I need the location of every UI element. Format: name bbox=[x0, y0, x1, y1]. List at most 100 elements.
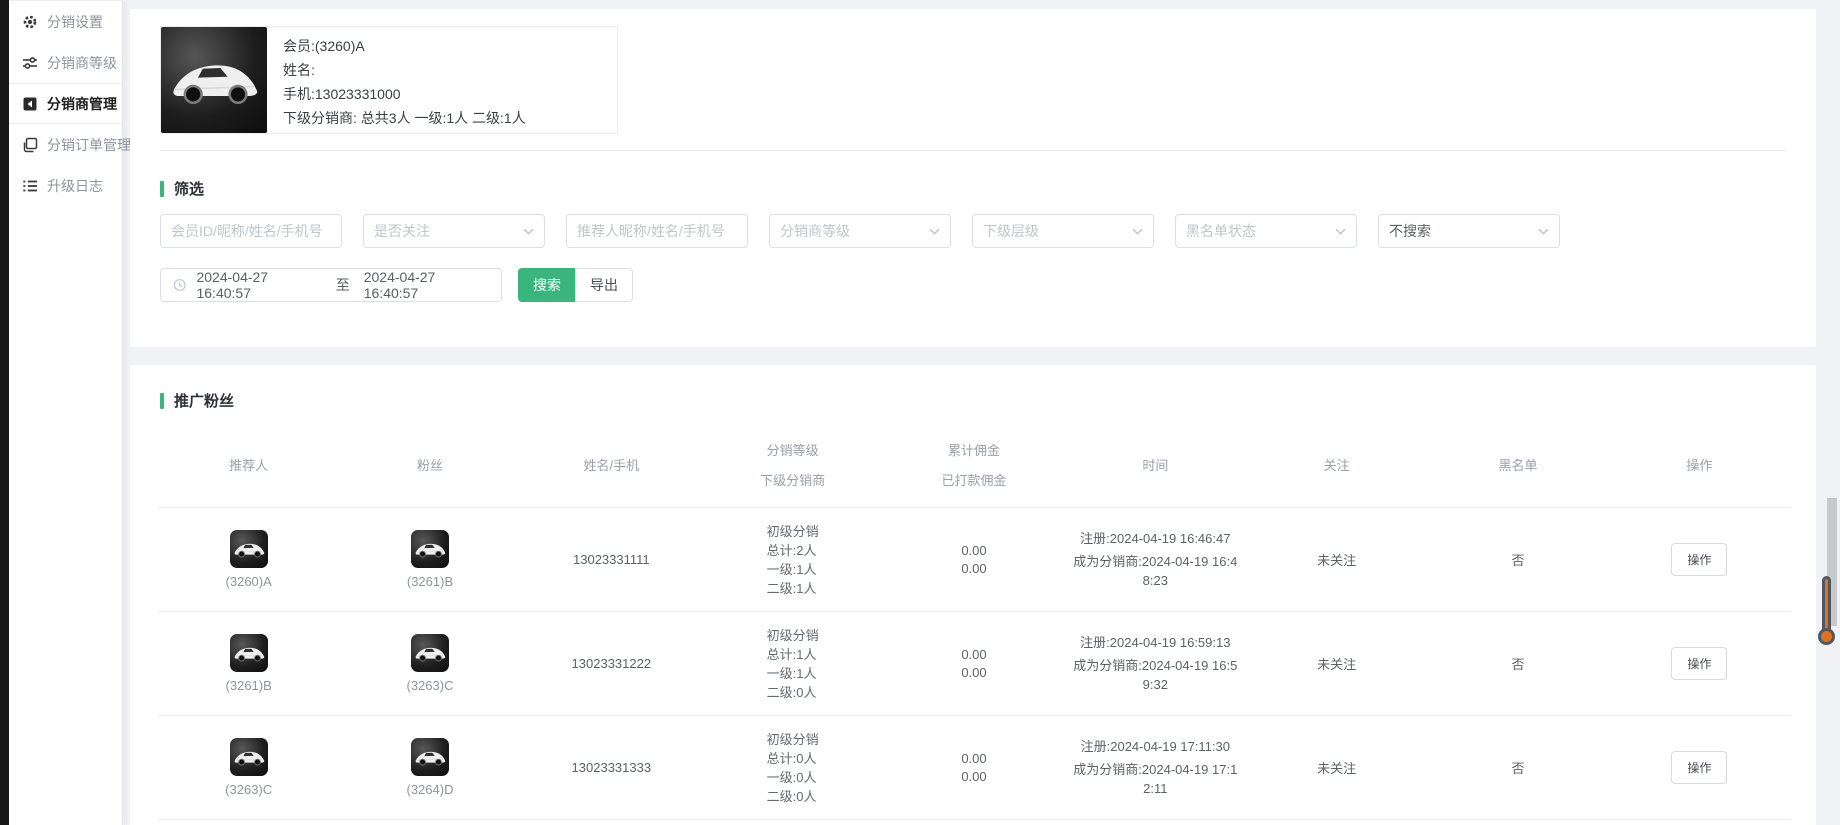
accent-bar bbox=[160, 393, 164, 409]
sidebar-item-upgrade-log[interactable]: 升级日志 bbox=[9, 165, 122, 206]
search-mode-select[interactable]: 不搜索 bbox=[1378, 214, 1560, 248]
blacklist-cell: 否 bbox=[1427, 758, 1608, 777]
blacklist-cell: 否 bbox=[1427, 550, 1608, 569]
became-distributor-time: 成为分销商:2024-04-19 16:48:23 bbox=[1070, 552, 1240, 590]
follow-cell: 未关注 bbox=[1246, 550, 1427, 569]
sidebar-item-label: 分销设置 bbox=[47, 12, 103, 32]
section-divider bbox=[160, 150, 1786, 151]
phone-cell: 13023331333 bbox=[521, 760, 702, 775]
member-keyword-field bbox=[160, 214, 342, 248]
distributor-manage-icon bbox=[22, 96, 38, 112]
referrer-cell: (3263)C bbox=[158, 738, 339, 797]
fan-label: (3263)C bbox=[407, 678, 454, 693]
registered-time: 注册:2024-04-19 16:46:47 bbox=[1070, 529, 1240, 548]
level-cell: 初级分销 总计:2人 一级:1人 二级:1人 bbox=[702, 522, 883, 598]
chevron-down-icon bbox=[523, 228, 534, 235]
referrer-label: (3263)C bbox=[225, 782, 272, 797]
col-commission: 累计佣金已打款佣金 bbox=[883, 443, 1064, 489]
referrer-keyword-input[interactable] bbox=[577, 223, 737, 239]
time-cell: 注册:2024-04-19 16:46:47 成为分销商:2024-04-19 … bbox=[1065, 529, 1246, 590]
fan-avatar bbox=[411, 738, 449, 776]
thermometer-icon bbox=[1813, 576, 1839, 645]
sub-level-select[interactable]: 下级层级 bbox=[972, 214, 1154, 248]
col-follow: 关注 bbox=[1246, 458, 1427, 474]
table-header-row: 推荐人 粉丝 姓名/手机 分销等级下级分销商 累计佣金已打款佣金 时间 关注 黑… bbox=[158, 425, 1790, 507]
referrer-cell: (3260)A bbox=[158, 530, 339, 589]
distributor-level-select[interactable]: 分销商等级 bbox=[769, 214, 951, 248]
date-start: 2024-04-27 16:40:57 bbox=[196, 269, 321, 301]
level-cell: 初级分销 总计:0人 一级:0人 二级:0人 bbox=[702, 730, 883, 806]
action-cell: 操作 bbox=[1609, 751, 1790, 784]
blacklist-status-select[interactable]: 黑名单状态 bbox=[1175, 214, 1357, 248]
follow-cell: 未关注 bbox=[1246, 654, 1427, 673]
sidebar-item-label: 分销商等级 bbox=[47, 53, 117, 73]
referrer-label: (3260)A bbox=[226, 574, 272, 589]
date-separator: 至 bbox=[336, 275, 350, 295]
referrer-label: (3261)B bbox=[226, 678, 272, 693]
commission-cell: 0.00 0.00 bbox=[883, 542, 1064, 578]
chevron-down-icon bbox=[929, 228, 940, 235]
member-filter-panel: 会员:(3260)A 姓名: 手机:13023331000 下级分销商: 总共3… bbox=[130, 9, 1816, 347]
order-copy-icon bbox=[22, 137, 38, 153]
follow-status-select[interactable]: 是否关注 bbox=[363, 214, 545, 248]
filter-buttons: 搜索 导出 bbox=[518, 268, 633, 302]
commission-cell: 0.00 0.00 bbox=[883, 750, 1064, 786]
phone-cell: 13023331222 bbox=[521, 656, 702, 671]
export-button[interactable]: 导出 bbox=[575, 268, 633, 302]
member-car-photo bbox=[161, 27, 267, 133]
referrer-keyword-field bbox=[566, 214, 748, 248]
date-range-picker[interactable]: 2024-04-27 16:40:57 至 2024-04-27 16:40:5… bbox=[160, 268, 502, 302]
search-button[interactable]: 搜索 bbox=[518, 268, 576, 302]
member-name-line: 姓名: bbox=[283, 58, 526, 82]
col-action: 操作 bbox=[1609, 458, 1790, 474]
sidebar-menu: 分销设置 分销商等级 分销商管理 分销订单管理 bbox=[9, 0, 122, 206]
blacklist-cell: 否 bbox=[1427, 654, 1608, 673]
row-action-button[interactable]: 操作 bbox=[1671, 751, 1727, 784]
fans-section-title: 推广粉丝 bbox=[160, 390, 1816, 411]
member-info: 会员:(3260)A 姓名: 手机:13023331000 下级分销商: 总共3… bbox=[267, 27, 542, 133]
row-action-button[interactable]: 操作 bbox=[1671, 543, 1727, 576]
sidebar-item-distributor-management[interactable]: 分销商管理 bbox=[9, 83, 122, 124]
follow-cell: 未关注 bbox=[1246, 758, 1427, 777]
col-referrer: 推荐人 bbox=[158, 458, 339, 474]
sliders-icon bbox=[22, 55, 38, 71]
fan-cell: (3263)C bbox=[339, 634, 520, 693]
referrer-avatar bbox=[230, 530, 268, 568]
row-action-button[interactable]: 操作 bbox=[1671, 647, 1727, 680]
collapsed-dark-rail bbox=[0, 0, 9, 825]
registered-time: 注册:2024-04-19 16:59:13 bbox=[1070, 633, 1240, 652]
sidebar-item-label: 分销订单管理 bbox=[47, 135, 131, 155]
member-id-line: 会员:(3260)A bbox=[283, 34, 526, 58]
referrer-avatar bbox=[230, 738, 268, 776]
fan-label: (3264)D bbox=[407, 782, 454, 797]
referrer-cell: (3261)B bbox=[158, 634, 339, 693]
gear-icon bbox=[22, 14, 38, 30]
fan-cell: (3261)B bbox=[339, 530, 520, 589]
commission-cell: 0.00 0.00 bbox=[883, 646, 1064, 682]
date-end: 2024-04-27 16:40:57 bbox=[364, 269, 489, 301]
col-time: 时间 bbox=[1065, 458, 1246, 474]
col-name-phone: 姓名/手机 bbox=[521, 458, 702, 474]
date-filter-row: 2024-04-27 16:40:57 至 2024-04-27 16:40:5… bbox=[160, 268, 1786, 302]
sidebar: 分销设置 分销商等级 分销商管理 分销订单管理 bbox=[9, 0, 123, 825]
fan-cell: (3264)D bbox=[339, 738, 520, 797]
sidebar-item-distributor-levels[interactable]: 分销商等级 bbox=[9, 42, 122, 83]
sidebar-item-label: 分销商管理 bbox=[47, 94, 117, 114]
member-phone-line: 手机:13023331000 bbox=[283, 82, 526, 106]
fan-label: (3261)B bbox=[407, 574, 453, 589]
phone-cell: 13023331111 bbox=[521, 552, 702, 567]
chevron-down-icon bbox=[1335, 228, 1346, 235]
sidebar-item-distribution-orders[interactable]: 分销订单管理 bbox=[9, 124, 122, 165]
accent-bar bbox=[160, 181, 164, 197]
time-cell: 注册:2024-04-19 16:59:13 成为分销商:2024-04-19 … bbox=[1065, 633, 1246, 694]
sidebar-item-distribution-settings[interactable]: 分销设置 bbox=[9, 1, 122, 42]
table-row: (3263)C (3264)D 13023331333 初级分销 总计:0人 一… bbox=[158, 715, 1790, 819]
level-cell: 初级分销 总计:1人 一级:1人 二级:0人 bbox=[702, 626, 883, 702]
member-keyword-input[interactable] bbox=[171, 223, 331, 239]
filter-section-title: 筛选 bbox=[160, 178, 1816, 199]
distribution-admin-page: 分销设置 分销商等级 分销商管理 分销订单管理 bbox=[0, 0, 1840, 825]
promotion-fans-panel: 推广粉丝 推荐人 粉丝 姓名/手机 分销等级下级分销商 累计佣金已打款佣金 时间… bbox=[130, 365, 1816, 825]
filter-row: 是否关注 分销商等级 下级层级 黑名单状态 不搜索 bbox=[160, 214, 1786, 248]
became-distributor-time: 成为分销商:2024-04-19 17:12:11 bbox=[1070, 760, 1240, 798]
referrer-avatar bbox=[230, 634, 268, 672]
